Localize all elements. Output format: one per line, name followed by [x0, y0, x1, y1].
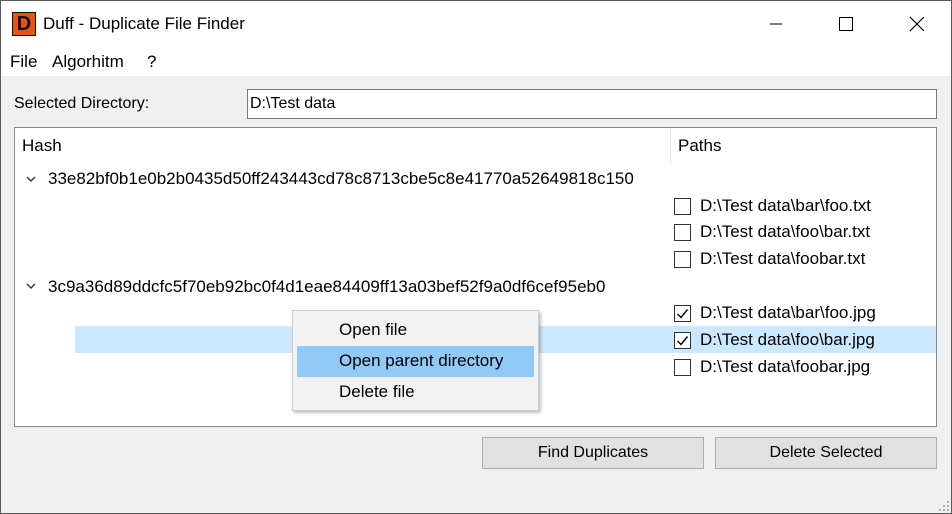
file-path: D:\Test data\foo\bar.txt: [700, 222, 871, 241]
file-path: D:\Test data\foobar.jpg: [700, 357, 871, 376]
list-item[interactable]: D:\Test data\foo\bar.txt: [674, 220, 870, 244]
title-bar: D Duff - Duplicate File Finder: [0, 0, 952, 46]
context-menu-delete-file[interactable]: Delete file: [297, 377, 534, 408]
minimize-button[interactable]: [753, 1, 799, 47]
hash-group-1[interactable]: 33e82bf0b1e0b2b0435d50ff243443cd78c8713c…: [48, 168, 634, 190]
window-title: Duff - Duplicate File Finder: [43, 14, 245, 33]
file-path: D:\Test data\bar\foo.txt: [700, 196, 872, 215]
resize-grip-icon[interactable]: [938, 500, 950, 512]
close-icon: [909, 16, 925, 32]
list-item[interactable]: D:\Test data\foobar.jpg: [674, 355, 870, 379]
file-path: D:\Test data\bar\foo.jpg: [700, 303, 876, 322]
list-item-selected[interactable]: D:\Test data\foo\bar.jpg: [674, 328, 875, 352]
column-header-paths[interactable]: Paths: [678, 128, 721, 164]
context-menu-label: Delete file: [339, 382, 415, 401]
menu-algorithm[interactable]: Algorhitm: [52, 52, 124, 72]
directory-input[interactable]: [247, 89, 937, 119]
list-item[interactable]: D:\Test data\foobar.txt: [674, 247, 865, 271]
list-item[interactable]: D:\Test data\bar\foo.jpg: [674, 301, 876, 325]
maximize-icon: [839, 17, 853, 31]
menu-file[interactable]: File: [10, 52, 37, 72]
find-duplicates-button[interactable]: Find Duplicates: [482, 437, 704, 469]
context-menu: Open file Open parent directory Delete f…: [292, 310, 539, 411]
column-header-hash[interactable]: Hash: [22, 128, 62, 164]
context-menu-open-file[interactable]: Open file: [297, 315, 534, 346]
context-menu-label: Open parent directory: [339, 351, 504, 370]
file-checkbox-checked[interactable]: [674, 304, 691, 322]
file-checkbox[interactable]: [674, 223, 691, 241]
app-logo-icon: D: [12, 12, 36, 36]
chevron-down-icon[interactable]: [25, 173, 37, 185]
checkmark-icon: [677, 308, 689, 319]
file-path: D:\Test data\foobar.txt: [700, 249, 866, 268]
list-item[interactable]: D:\Test data\bar\foo.txt: [674, 194, 871, 218]
minimize-icon: [770, 23, 782, 25]
menu-bar: File Algorhitm ?: [0, 46, 952, 76]
maximize-button[interactable]: [823, 1, 869, 47]
selected-directory-label: Selected Directory:: [14, 95, 150, 112]
close-button[interactable]: [894, 1, 940, 47]
file-checkbox[interactable]: [674, 358, 691, 376]
file-checkbox[interactable]: [674, 197, 691, 215]
file-checkbox[interactable]: [674, 250, 691, 268]
chevron-down-icon[interactable]: [25, 280, 37, 292]
menu-help[interactable]: ?: [147, 52, 156, 72]
hash-group-2[interactable]: 3c9a36d89ddcfc5f70eb92bc0f4d1eae84409ff1…: [48, 276, 605, 298]
column-divider[interactable]: [670, 128, 671, 164]
delete-selected-button[interactable]: Delete Selected: [715, 437, 937, 469]
context-menu-open-parent-directory[interactable]: Open parent directory: [297, 346, 534, 377]
file-path: D:\Test data\foo\bar.jpg: [700, 330, 875, 349]
checkmark-icon: [677, 335, 689, 346]
context-menu-label: Open file: [339, 320, 408, 339]
file-checkbox-checked[interactable]: [674, 331, 691, 349]
